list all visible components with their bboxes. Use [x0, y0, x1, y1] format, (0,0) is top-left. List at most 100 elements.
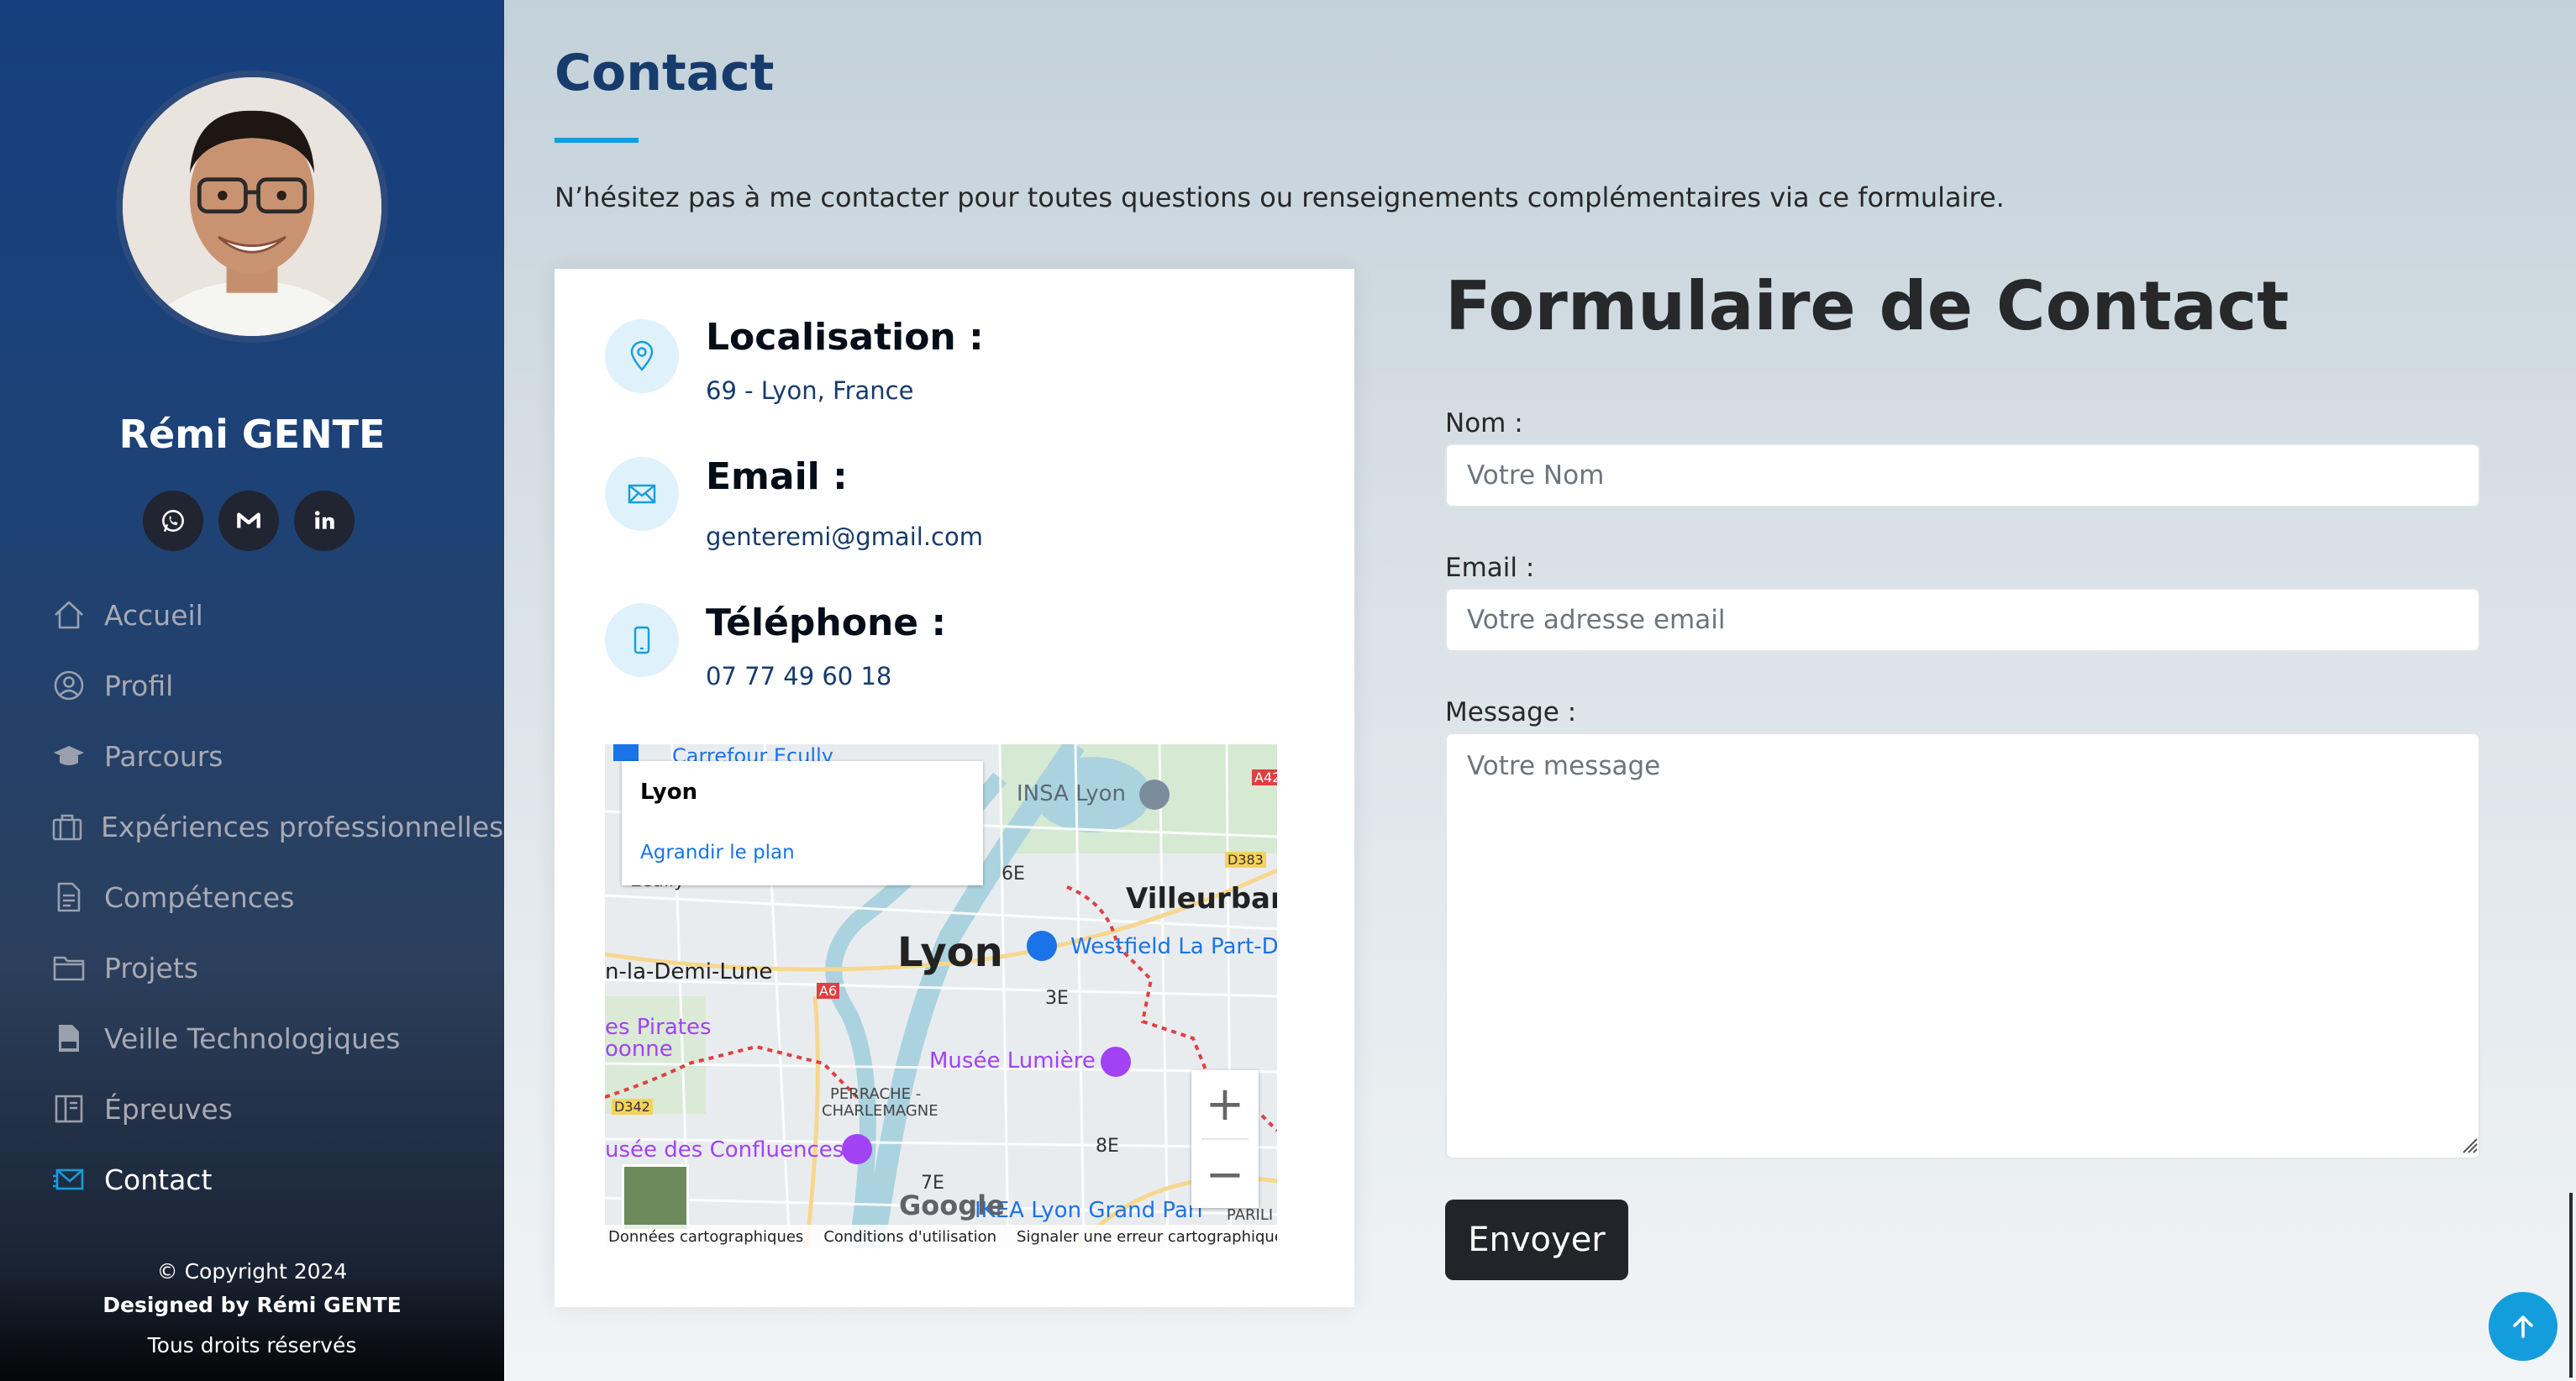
map-label-villeurbanne: Villeurbann: [1126, 882, 1277, 916]
name-input[interactable]: [1445, 444, 2480, 507]
nav-label: Accueil: [104, 598, 203, 632]
map-place-popup: Lyon Agrandir le plan: [622, 761, 983, 885]
user-circle-icon: [50, 667, 87, 704]
map-footer: Données cartographiques Conditions d'uti…: [605, 1225, 1277, 1248]
nav-label: Expériences professionnelles: [101, 810, 504, 843]
satellite-toggle[interactable]: [622, 1164, 689, 1231]
map-zoom-control: + −: [1191, 1070, 1259, 1208]
document-icon: [50, 879, 87, 916]
nav-item-contact[interactable]: Contact: [50, 1154, 487, 1205]
map-label-westfield: Westfield La Part-Di: [1070, 934, 1277, 959]
map-label-6e: 6E: [1001, 864, 1025, 885]
email-value[interactable]: genteremi@gmail.com: [706, 522, 983, 551]
map-embed[interactable]: Carrefour Ecully INSA Lyon Ecully 6E Vil…: [605, 744, 1277, 1248]
scrollbar-thumb[interactable]: [2569, 1193, 2573, 1378]
map-label-a6: A6: [817, 983, 840, 999]
map-place-name: Lyon: [640, 780, 698, 805]
whatsapp-icon: [162, 510, 184, 532]
linkedin-icon: [314, 511, 334, 529]
map-label-insa: INSA Lyon: [1017, 781, 1127, 806]
nav-label: Contact: [104, 1163, 213, 1196]
gmail-button[interactable]: [218, 491, 279, 551]
page-title: Contact: [555, 44, 775, 102]
house-icon: [50, 596, 87, 633]
nav-item-veille[interactable]: Veille Technologiques: [50, 1013, 487, 1063]
map-label-ikea: IKEA Lyon Grand Pari: [975, 1198, 1203, 1223]
sidebar: Rémi GENTE Accueil Profil Parcours Expér…: [0, 0, 504, 1381]
nav-item-profil[interactable]: Profil: [50, 660, 487, 711]
message-label: Message :: [1445, 697, 1577, 727]
graduation-cap-icon: [50, 738, 87, 775]
zoom-divider: [1201, 1138, 1249, 1140]
nav-label: Profil: [104, 669, 174, 702]
nav-item-parcours[interactable]: Parcours: [50, 731, 487, 781]
map-label-d342: D342: [612, 1099, 653, 1115]
nav-label: Parcours: [104, 739, 223, 773]
map-label-d383: D383: [1225, 852, 1266, 868]
sidebar-footer: © Copyright 2024 Designed by Rémi GENTE …: [0, 1255, 504, 1363]
map-label-tassin: n-la-Demi-Lune: [605, 959, 773, 985]
map-label-3e: 3E: [1045, 988, 1069, 1009]
copyright-text: © Copyright 2024: [156, 1259, 348, 1284]
arrow-up-icon: [2513, 1315, 2533, 1338]
gmail-icon: [237, 512, 260, 528]
profile-name: Rémi GENTE: [118, 412, 386, 457]
message-textarea[interactable]: [1445, 733, 2480, 1159]
map-label-pirates-2: oonne: [605, 1037, 673, 1062]
nav-item-experiences[interactable]: Expériences professionnelles: [50, 801, 503, 852]
location-value: 69 - Lyon, France: [706, 376, 914, 405]
phone-value[interactable]: 07 77 49 60 18: [706, 662, 891, 690]
nav-label: Épreuves: [104, 1092, 233, 1126]
nav-item-projets[interactable]: Projets: [50, 943, 487, 993]
map-label-lyon: Lyon: [897, 929, 1003, 976]
nav-item-epreuves[interactable]: Épreuves: [50, 1084, 487, 1134]
map-label-8e: 8E: [1096, 1136, 1119, 1157]
email-input[interactable]: [1445, 588, 2480, 652]
phone-title: Téléphone :: [706, 601, 947, 644]
email-label: Email :: [1445, 553, 1535, 583]
social-links: [143, 491, 355, 551]
envelope-icon: [50, 1161, 87, 1198]
rights-text: Tous droits réservés: [147, 1333, 357, 1357]
nav-item-accueil[interactable]: Accueil: [50, 590, 487, 640]
zoom-out-button[interactable]: −: [1191, 1141, 1259, 1208]
envelope-icon: [605, 457, 679, 531]
form-title: Formulaire de Contact: [1445, 267, 2289, 345]
avatar: [116, 71, 388, 343]
map-label-perrache: PERRACHE -: [830, 1085, 922, 1103]
map-label-musee-lumiere: Musée Lumière: [929, 1048, 1096, 1074]
linkedin-button[interactable]: [294, 491, 355, 551]
map-data-link[interactable]: Données cartographiques: [608, 1228, 803, 1246]
resize-grip-icon[interactable]: [2458, 1134, 2479, 1154]
folder-icon: [50, 949, 87, 986]
google-logo: Google: [899, 1189, 1005, 1221]
briefcase-icon: [50, 808, 84, 845]
nav-item-competences[interactable]: Compétences: [50, 872, 487, 922]
intro-text: N’hésitez pas à me contacter pour toutes…: [555, 181, 2005, 213]
map-label-a42: A42: [1252, 769, 1277, 785]
pdf-file-icon: [50, 1020, 87, 1057]
map-terms-link[interactable]: Conditions d'utilisation: [823, 1228, 996, 1246]
nav-label: Veille Technologiques: [104, 1021, 401, 1055]
contact-info-card: Localisation : 69 - Lyon, France Email :…: [555, 269, 1354, 1307]
zoom-in-button[interactable]: +: [1191, 1070, 1259, 1137]
submit-button[interactable]: Envoyer: [1445, 1200, 1628, 1280]
map-report-link[interactable]: Signaler une erreur cartographique: [1017, 1228, 1277, 1246]
email-title: Email :: [706, 455, 848, 498]
location-pin-icon: [605, 319, 679, 393]
map-label-parilly: PARILI: [1227, 1206, 1274, 1224]
location-title: Localisation :: [706, 316, 984, 359]
book-icon: [50, 1090, 87, 1127]
name-label: Nom :: [1445, 408, 1523, 438]
nav-label: Projets: [104, 951, 198, 985]
back-to-top-button[interactable]: [2489, 1292, 2558, 1361]
whatsapp-button[interactable]: [143, 491, 203, 551]
map-label-confluences: usée des Confluences: [605, 1137, 844, 1163]
profile-photo: [123, 77, 381, 336]
designed-by-text: Designed by Rémi GENTE: [103, 1293, 402, 1317]
phone-icon: [605, 603, 679, 677]
title-underline: [555, 138, 639, 143]
nav-label: Compétences: [104, 880, 295, 914]
enlarge-map-link[interactable]: Agrandir le plan: [640, 842, 795, 864]
map-label-charlemagne: CHARLEMAGNE: [822, 1102, 938, 1120]
